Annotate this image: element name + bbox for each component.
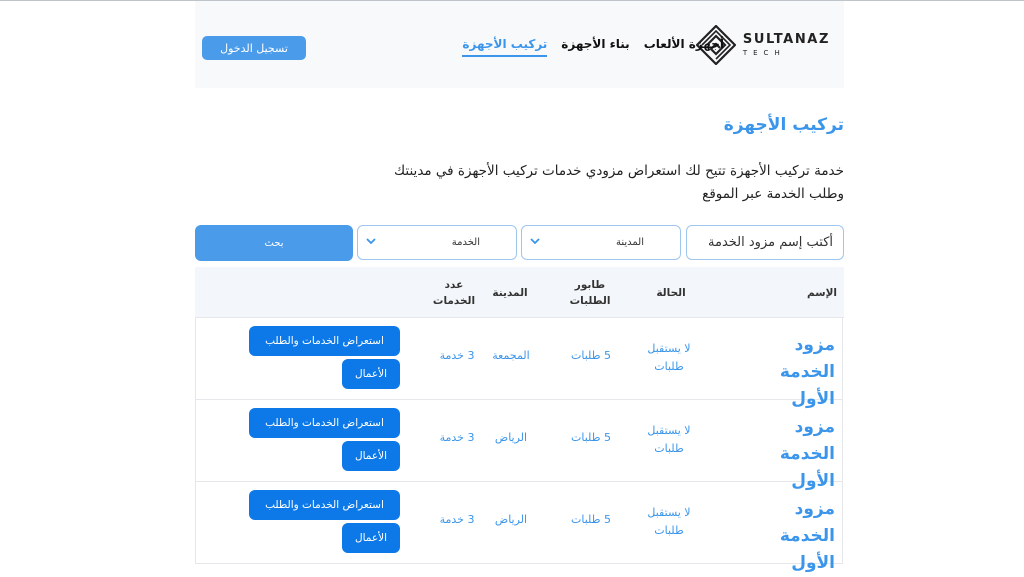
provider-services-count: 3 خدمة <box>439 431 475 444</box>
provider-status: لا يستقبل طلبات <box>647 424 691 455</box>
table-header: الإسم الحالة طابور الطلبات المدينة عدد ا… <box>195 267 844 318</box>
provider-services-count: 3 خدمة <box>439 349 475 362</box>
provider-search-input[interactable]: أكتب إسم مزود الخدمة <box>686 225 844 260</box>
search-button[interactable]: بحث <box>195 225 353 261</box>
provider-status: لا يستقبل طلبات <box>647 342 691 373</box>
provider-name[interactable]: مزود الخدمة الأول <box>735 496 835 577</box>
header-name: الإسم <box>807 287 837 299</box>
provider-queue: 5 طلبات <box>571 349 611 362</box>
nav-item-build[interactable]: بناء الأجهزة <box>561 37 629 57</box>
page-title: تركيب الأجهزة <box>723 115 844 135</box>
providers-table: الإسم الحالة طابور الطلبات المدينة عدد ا… <box>195 267 844 573</box>
brand-title: SULTANAZ <box>742 32 830 47</box>
header-status: الحالة <box>656 287 686 299</box>
view-services-button[interactable]: استعراض الخدمات والطلب <box>249 408 400 438</box>
provider-queue: 5 طلبات <box>571 431 611 444</box>
chevron-down-icon <box>366 238 376 245</box>
view-services-button[interactable]: استعراض الخدمات والطلب <box>249 326 400 356</box>
provider-queue: 5 طلبات <box>571 513 611 526</box>
provider-services-count: 3 خدمة <box>439 513 475 526</box>
city-select[interactable]: المدينة <box>521 225 681 260</box>
view-works-button[interactable]: الأعمال <box>342 359 400 389</box>
brand-text: SULTANAZ TECH <box>743 33 830 57</box>
main-nav: أجهزة الألعاب بناء الأجهزة تركيب الأجهزة <box>448 37 724 57</box>
view-works-button[interactable]: الأعمال <box>342 523 400 553</box>
table-row: مزود الخدمة الأول لا يستقبل طلبات 5 طلبا… <box>195 318 843 409</box>
provider-city: الرياض <box>494 431 528 444</box>
view-works-button[interactable]: الأعمال <box>342 441 400 471</box>
site-header: SULTANAZ TECH أجهزة الألعاب بناء الأجهزة… <box>195 1 844 88</box>
provider-city: الرياض <box>494 513 528 526</box>
brand-subtitle: TECH <box>742 49 786 57</box>
chevron-down-icon <box>530 238 540 245</box>
table-row: مزود الخدمة الأول لا يستقبل طلبات 5 طلبا… <box>195 400 843 491</box>
page-description: خدمة تركيب الأجهزة تتيح لك استعراض مزودي… <box>394 163 844 202</box>
service-select-label: الخدمة <box>451 237 480 248</box>
nav-item-install[interactable]: تركيب الأجهزة <box>462 37 548 57</box>
header-count-label: عدد الخدمات <box>432 279 476 307</box>
search-placeholder: أكتب إسم مزود الخدمة <box>708 235 833 250</box>
service-select[interactable]: الخدمة <box>357 225 517 260</box>
header-queue-label: طابور الطلبات <box>569 279 611 307</box>
header-queue: طابور الطلبات <box>565 277 615 309</box>
header-count: عدد الخدمات <box>431 277 477 309</box>
nav-item-gaming[interactable]: أجهزة الألعاب <box>644 37 724 57</box>
table-row: مزود الخدمة الأول لا يستقبل طلبات 5 طلبا… <box>195 482 843 573</box>
view-services-button[interactable]: استعراض الخدمات والطلب <box>249 490 400 520</box>
login-button[interactable]: تسجيل الدخول <box>202 36 306 60</box>
provider-city: المجمعة <box>492 349 530 362</box>
provider-status: لا يستقبل طلبات <box>647 506 691 537</box>
header-city: المدينة <box>492 287 528 299</box>
city-select-label: المدينة <box>615 237 644 248</box>
